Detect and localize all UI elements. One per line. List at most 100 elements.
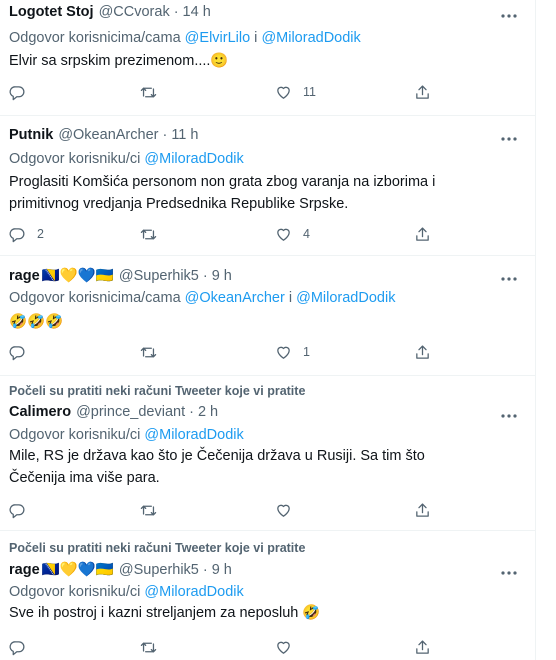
retweet-button[interactable] [140,224,168,244]
share-icon [416,226,429,241]
like-icon [277,346,290,359]
tweet-header: rage 🇧🇦💛💙🇺🇦 @Superhik5 · 9 h [9,561,232,579]
tweet-text: Sve ih postroj i kazni streljanjem za ne… [9,605,321,621]
tweet-actions: 2 4 [0,224,535,244]
timestamp[interactable]: 11 h [171,127,198,143]
like-button[interactable]: 11 [275,82,316,102]
like-button[interactable] [275,500,303,520]
user-handle[interactable]: @Superhik5 [119,268,199,284]
like-icon [277,228,290,241]
timestamp[interactable]: 2 h [198,404,218,420]
tweet-header: Putnik @OkeanArcher · 11 h [9,127,198,143]
tweet-header: Logotet Stoj @CCvorak · 14 h [9,4,211,20]
user-handle[interactable]: @CCvorak [99,4,170,20]
retweet-icon [140,229,157,239]
like-button[interactable] [275,637,303,657]
tweet[interactable]: Logotet Stoj @CCvorak · 14 h Odgovor kor… [0,0,535,116]
reply-prefix: Odgovor korisnicima/cama [9,30,185,46]
user-handle[interactable]: @OkeanArcher [58,127,158,143]
separator-dot: · [189,404,194,420]
retweet-icon [140,347,157,357]
retweet-icon [140,642,157,652]
reply-button[interactable] [9,82,37,102]
reply-context: Odgovor korisniku/ci @MiloradDodik [9,151,244,167]
more-icon[interactable] [499,406,519,426]
display-name[interactable]: Logotet Stoj [9,4,94,20]
mention-link[interactable]: @MiloradDodik [261,30,360,46]
tweet[interactable]: Počeli su pratiti neki računi Tweeter ko… [0,531,535,660]
separator-dot: · [202,267,208,284]
share-button[interactable] [414,500,431,520]
tweet-actions: 11 [0,82,535,102]
share-icon [416,84,429,99]
more-icon[interactable] [499,563,519,583]
mention-link[interactable]: @MiloradDodik [144,151,243,167]
like-count: 11 [303,85,316,99]
tweet-text: Elvir sa srpskim prezimenom....🙂 [9,53,229,69]
separator-dot: · [202,561,208,578]
retweet-button[interactable] [140,637,168,657]
reply-button[interactable] [9,342,37,362]
tweet-actions [0,637,535,657]
social-context: Počeli su pratiti neki računi Tweeter ko… [9,541,306,555]
user-handle[interactable]: @Superhik5 [119,562,199,578]
tweet-actions: 1 [0,342,535,362]
separator-dot: · [173,4,179,20]
more-icon[interactable] [499,269,519,289]
tweet-header: rage 🇧🇦💛💙🇺🇦 @Superhik5 · 9 h [9,267,232,285]
timestamp[interactable]: 14 h [183,4,211,20]
more-icon[interactable] [499,129,519,149]
like-button[interactable]: 4 [275,224,310,244]
more-icon[interactable] [499,6,519,26]
mention-link[interactable]: @MiloradDodik [296,290,395,306]
tweet[interactable]: rage 🇧🇦💛💙🇺🇦 @Superhik5 · 9 h Odgovor kor… [0,256,535,376]
social-context: Počeli su pratiti neki računi Tweeter ko… [9,384,306,398]
display-name[interactable]: rage [9,562,40,578]
like-icon [277,86,290,99]
reply-icon [9,345,25,360]
mention-link[interactable]: @ElvirLilo [185,30,250,46]
share-button[interactable] [414,224,431,244]
reply-icon [9,85,25,100]
reply-context: Odgovor korisniku/ci @MiloradDodik [9,584,244,600]
share-button[interactable] [414,82,431,102]
reply-button[interactable] [9,637,37,657]
reply-icon [9,503,25,518]
timestamp[interactable]: 9 h [212,268,232,284]
tweet-text: Proglasiti Komšića personom non grata zb… [9,174,436,212]
tweet-text: 🤣🤣🤣 [9,314,64,330]
separator-dot: · [162,127,168,143]
like-icon [277,641,290,654]
like-count: 1 [303,345,310,359]
reply-prefix: Odgovor korisniku/ci [9,151,145,167]
tweet[interactable]: Putnik @OkeanArcher · 11 h Odgovor koris… [0,116,535,256]
like-count: 4 [303,227,310,241]
share-button[interactable] [414,637,431,657]
tweet[interactable]: Počeli su pratiti neki računi Tweeter ko… [0,376,535,531]
reply-join: i [284,290,297,306]
retweet-icon [140,505,157,515]
reply-button[interactable]: 2 [9,224,44,244]
reply-context: Odgovor korisnicima/cama @OkeanArcher i … [9,290,395,306]
display-name[interactable]: rage [9,268,40,284]
tweet-feed: Logotet Stoj @CCvorak · 14 h Odgovor kor… [0,0,536,660]
retweet-button[interactable] [140,342,168,362]
user-handle[interactable]: @prince_deviant [76,404,185,420]
mention-link[interactable]: @MiloradDodik [144,427,243,443]
retweet-button[interactable] [140,500,168,520]
timestamp[interactable]: 9 h [212,562,232,578]
reply-icon [9,227,25,242]
share-icon [416,639,429,654]
reply-button[interactable] [9,500,37,520]
display-name[interactable]: Putnik [9,127,53,143]
like-icon [277,504,290,517]
reply-context: Odgovor korisniku/ci @MiloradDodik [9,427,244,443]
share-button[interactable] [414,342,431,362]
retweet-button[interactable] [140,82,168,102]
mention-link[interactable]: @MiloradDodik [144,584,243,600]
mention-link[interactable]: @OkeanArcher [185,290,285,306]
display-name[interactable]: Calimero [9,404,71,420]
share-icon [416,344,429,359]
reply-icon [9,640,25,655]
like-button[interactable]: 1 [275,342,310,362]
